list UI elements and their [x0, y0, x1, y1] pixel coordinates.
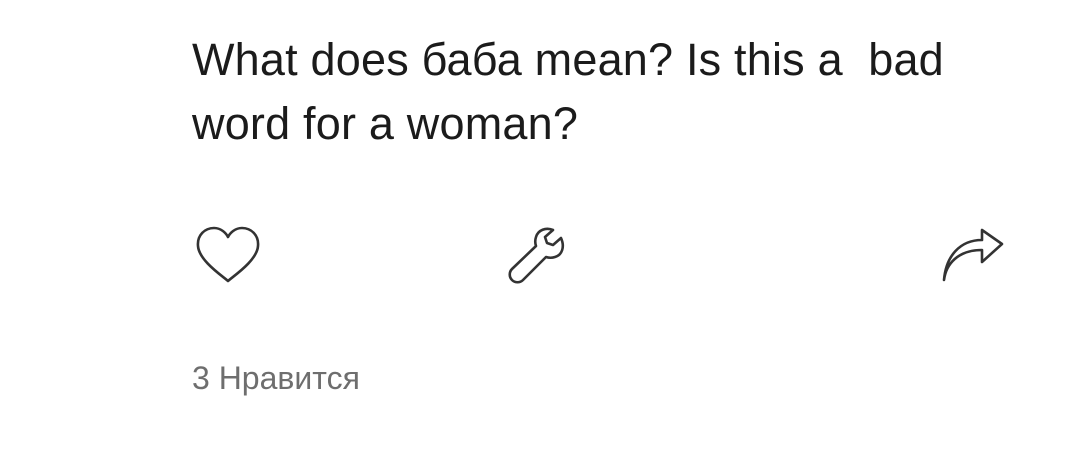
heart-outline-icon: [196, 226, 260, 283]
like-button[interactable]: [192, 222, 264, 288]
post-text: What does баба mean? Is this a bad word …: [192, 34, 944, 149]
share-button[interactable]: [936, 222, 1008, 288]
share-arrow-icon: [942, 228, 1004, 282]
wrench-icon: [508, 227, 565, 284]
tools-button[interactable]: [500, 222, 570, 288]
likes-count[interactable]: 3 Нравится: [192, 358, 360, 398]
